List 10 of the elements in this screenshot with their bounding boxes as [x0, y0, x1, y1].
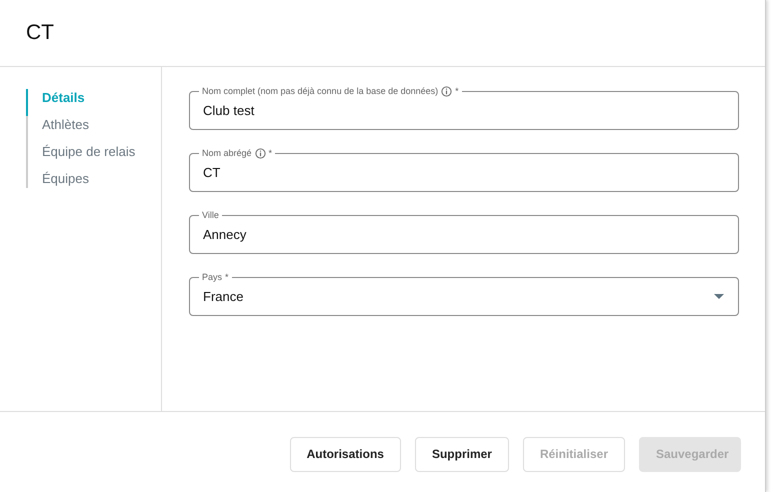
dialog-title: CT — [26, 21, 54, 45]
caret-icon — [714, 294, 724, 299]
info-icon[interactable] — [441, 86, 452, 96]
action-button[interactable]: Autorisations — [290, 436, 401, 472]
sidebar-item[interactable]: Équipes — [26, 170, 161, 188]
sidebar-item[interactable]: Équipe de relais — [26, 143, 161, 170]
action-button[interactable]: Supprimer — [414, 436, 509, 472]
field-label: Ville — [202, 209, 219, 221]
sidebar-item[interactable]: Athlètes — [26, 116, 161, 143]
info-icon[interactable] — [254, 148, 266, 158]
